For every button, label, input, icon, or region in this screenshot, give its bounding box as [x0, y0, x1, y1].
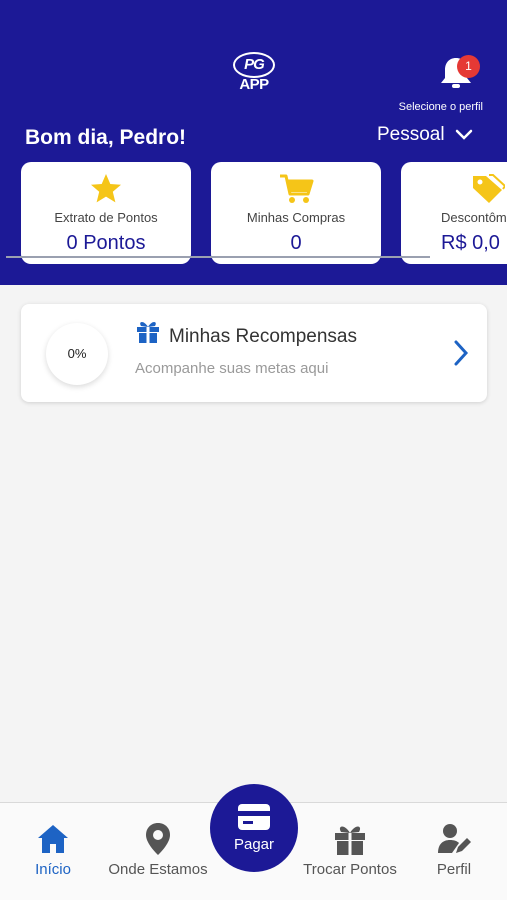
tab-label: Perfil: [436, 861, 472, 878]
tab-inicio[interactable]: Início: [26, 821, 80, 878]
pay-button[interactable]: Pagar: [210, 784, 298, 872]
rewards-card[interactable]: 0% Minhas Recompensas Acompanhe suas met…: [21, 304, 487, 402]
rewards-subtitle: Acompanhe suas metas aqui: [135, 360, 329, 377]
select-profile-label: Selecione o perfil: [398, 101, 483, 113]
profile-dropdown-value: Pessoal: [377, 124, 445, 145]
cards-scroll-indicator: [6, 256, 430, 258]
tab-label: Trocar Pontos: [303, 861, 397, 878]
chevron-down-icon: [455, 129, 472, 140]
card-value: 0: [290, 232, 302, 254]
logo-app-text: APP: [239, 76, 269, 93]
card-descontos[interactable]: Descontôm R$ 0,0: [401, 162, 507, 264]
tab-trocar-pontos[interactable]: Trocar Pontos: [298, 821, 402, 878]
user-edit-icon: [438, 824, 471, 853]
rewards-title: Minhas Recompensas: [169, 326, 357, 347]
header: PG APP 1 Selecione o perfil Bom dia, Ped…: [0, 0, 507, 285]
chevron-right-icon: [454, 340, 469, 366]
card-value: 0 Pontos: [66, 232, 146, 254]
card-extrato-pontos[interactable]: Extrato de Pontos 0 Pontos: [21, 162, 191, 264]
tab-perfil[interactable]: Perfil: [432, 821, 476, 878]
tab-onde-estamos[interactable]: Onde Estamos: [104, 821, 212, 878]
location-pin-icon: [146, 823, 170, 855]
card-label: Descontôm: [441, 210, 507, 225]
app-logo: PG APP: [233, 52, 275, 94]
tab-label: Início: [35, 861, 71, 878]
pay-label: Pagar: [233, 836, 275, 853]
gift-icon: [335, 826, 365, 855]
card-label: Minhas Compras: [246, 210, 346, 225]
card-value: R$ 0,0: [441, 232, 500, 254]
cart-icon: [280, 174, 314, 203]
star-icon: [91, 174, 121, 203]
notification-badge: 1: [457, 55, 480, 78]
gift-icon: [137, 322, 159, 343]
profile-dropdown[interactable]: Pessoal: [377, 124, 473, 146]
card-icon: [238, 804, 270, 830]
rewards-progress: 0%: [46, 323, 108, 385]
card-label: Extrato de Pontos: [54, 210, 158, 225]
tag-icon: [473, 174, 505, 203]
home-icon: [38, 825, 68, 853]
greeting-text: Bom dia, Pedro!: [25, 126, 187, 149]
card-minhas-compras[interactable]: Minhas Compras 0: [211, 162, 381, 264]
tab-label: Onde Estamos: [108, 861, 208, 878]
logo-pg-text: PG: [233, 52, 275, 78]
